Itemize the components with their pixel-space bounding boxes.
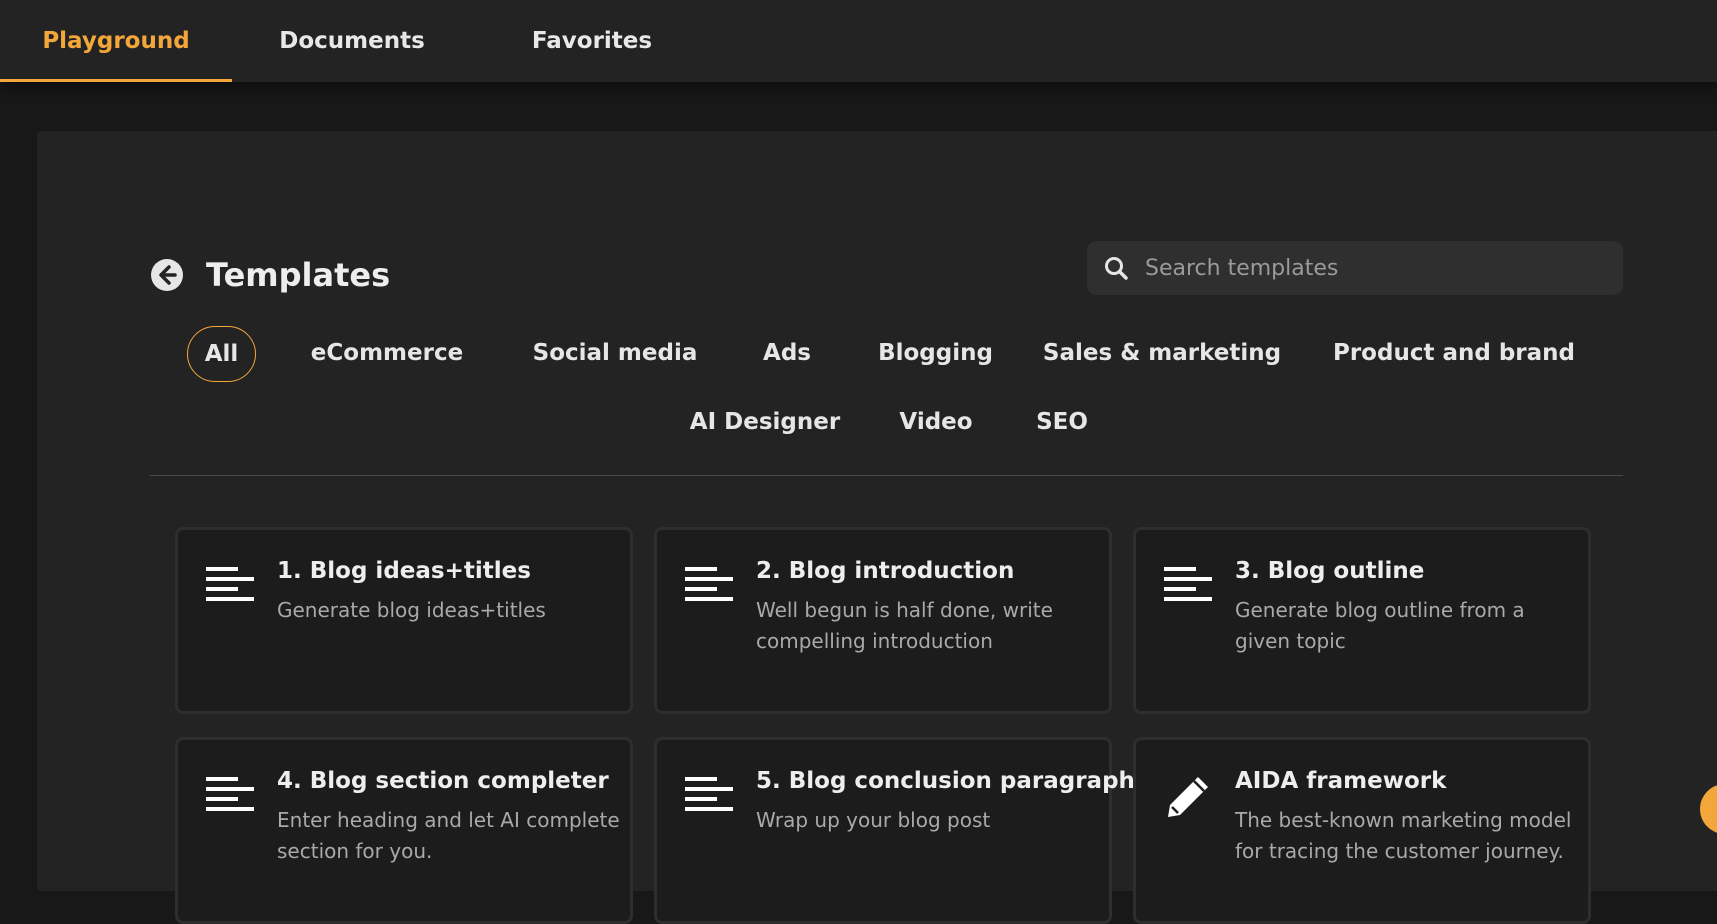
card-description: Generate blog outline from a given topic — [1235, 598, 1525, 653]
template-card-blog-section-completer[interactable]: 4. Blog section completer Enter heading … — [175, 737, 633, 924]
chip-label: AI Designer — [689, 409, 841, 435]
card-description: Well begun is half done, write compellin… — [756, 598, 1053, 653]
card-description: Wrap up your blog post — [756, 808, 991, 832]
category-chip-ads[interactable]: Ads — [737, 326, 837, 380]
tab-documents[interactable]: Documents — [262, 0, 442, 82]
chip-label: Product and brand — [1332, 340, 1575, 366]
chip-label: Ads — [763, 340, 811, 366]
pencil-icon — [1168, 777, 1208, 817]
chip-label: SEO — [1036, 409, 1088, 435]
card-title: AIDA framework — [1235, 768, 1447, 794]
top-nav: Playground Documents Favorites — [0, 0, 1717, 82]
page-title: Templates — [206, 256, 391, 294]
card-title: 3. Blog outline — [1235, 558, 1425, 584]
tab-label: Documents — [279, 28, 425, 54]
align-left-icon — [206, 567, 254, 601]
card-title: 5. Blog conclusion paragraph — [756, 768, 1135, 794]
category-chip-seo[interactable]: SEO — [1007, 395, 1117, 449]
tab-favorites[interactable]: Favorites — [510, 0, 674, 82]
search-box[interactable] — [1087, 241, 1623, 295]
category-chip-sales-marketing[interactable]: Sales & marketing — [1027, 326, 1297, 380]
template-card-blog-conclusion[interactable]: 5. Blog conclusion paragraph Wrap up you… — [654, 737, 1135, 924]
align-left-icon — [206, 777, 254, 811]
category-chip-blogging[interactable]: Blogging — [853, 326, 1018, 380]
category-chip-all[interactable]: All — [187, 326, 256, 382]
category-chip-product-brand[interactable]: Product and brand — [1309, 326, 1599, 380]
chip-label: Social media — [532, 340, 698, 366]
search-icon — [1105, 257, 1128, 280]
templates-panel: Templates All eCommerce Social media Ads… — [37, 131, 1717, 924]
card-description: The best-known marketing model for traci… — [1235, 808, 1572, 863]
tab-label: Favorites — [531, 28, 653, 54]
category-chip-ecommerce[interactable]: eCommerce — [302, 326, 472, 380]
template-card-blog-introduction[interactable]: 2. Blog introduction Well begun is half … — [654, 527, 1112, 714]
card-title: 1. Blog ideas+titles — [277, 558, 531, 584]
chip-label: Blogging — [878, 340, 993, 366]
template-card-aida-framework[interactable]: AIDA framework The best-known marketing … — [1133, 737, 1591, 924]
divider — [150, 475, 1623, 476]
arrow-left-circle-icon[interactable] — [150, 258, 184, 292]
card-description: Enter heading and let AI complete sectio… — [277, 808, 620, 863]
template-card-blog-outline[interactable]: 3. Blog outline Generate blog outline fr… — [1133, 527, 1591, 714]
card-title: 2. Blog introduction — [756, 558, 1015, 584]
template-card-blog-ideas[interactable]: 1. Blog ideas+titles Generate blog ideas… — [175, 527, 633, 714]
card-title: 4. Blog section completer — [277, 768, 609, 794]
title-row: Templates — [150, 250, 390, 300]
category-chip-video[interactable]: Video — [881, 395, 991, 449]
chip-label: Video — [899, 409, 973, 435]
category-chip-ai-designer[interactable]: AI Designer — [665, 395, 865, 449]
align-left-icon — [685, 777, 733, 811]
chip-label: All — [204, 341, 239, 367]
chip-label: Sales & marketing — [1042, 340, 1282, 366]
card-description: Generate blog ideas+titles — [277, 598, 546, 622]
tab-label: Playground — [42, 28, 190, 54]
search-input[interactable] — [1143, 254, 1607, 282]
category-chip-social-media[interactable]: Social media — [515, 326, 715, 380]
align-left-icon — [1164, 567, 1212, 601]
active-tab-underline — [0, 79, 232, 82]
align-left-icon — [685, 567, 733, 601]
tab-playground[interactable]: Playground — [0, 0, 232, 82]
chip-label: eCommerce — [310, 340, 464, 366]
